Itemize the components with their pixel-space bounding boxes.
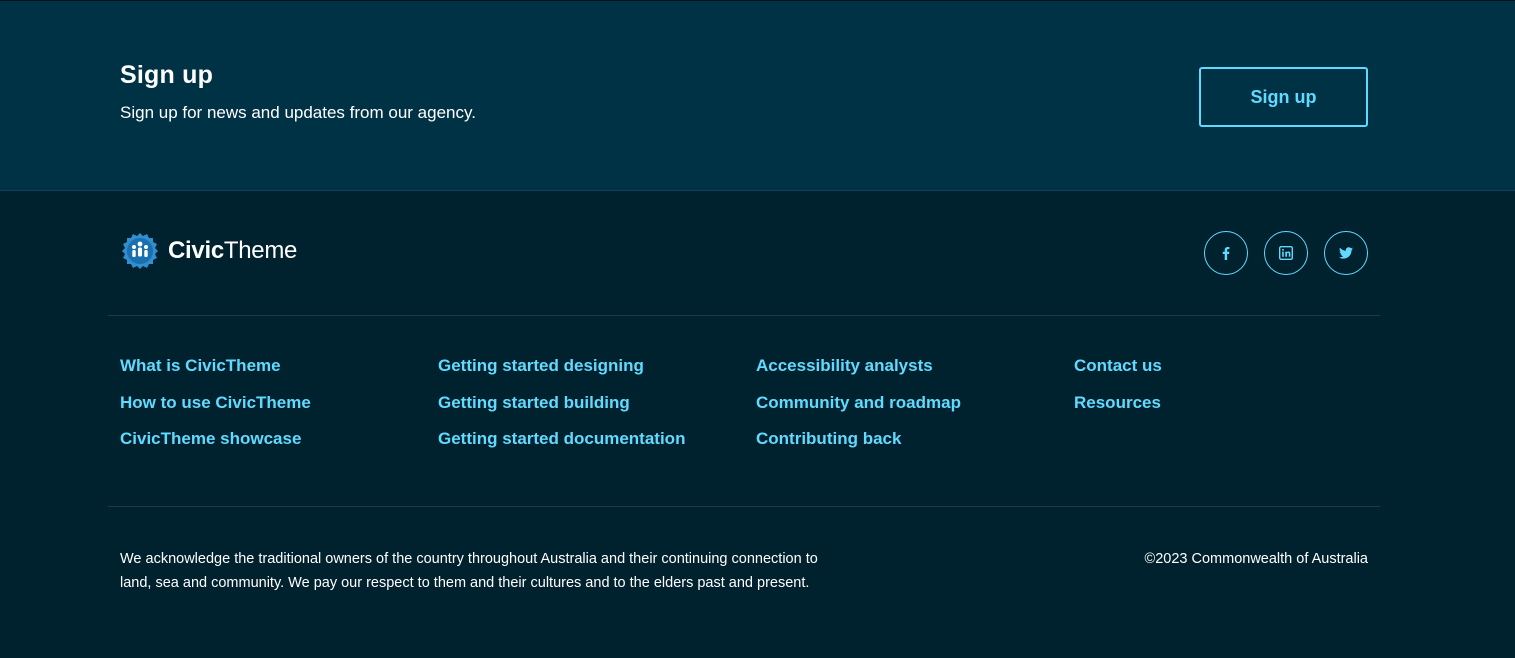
footer-link-getting-started-designing[interactable]: Getting started designing [438,356,644,376]
linkedin-link[interactable] [1264,231,1308,275]
logo-wordmark-regular: Theme [223,237,298,264]
signup-banner: Sign up Sign up for news and updates fro… [0,0,1515,191]
footer-link-getting-started-building[interactable]: Getting started building [438,393,630,413]
footer-link-civictheme-showcase[interactable]: CivicTheme showcase [120,429,301,449]
footer-link-accessibility-analysts[interactable]: Accessibility analysts [756,356,933,376]
footer-divider [108,506,1380,507]
twitter-icon [1339,247,1353,259]
signup-title: Sign up [120,61,214,89]
facebook-icon [1222,246,1230,260]
signup-button[interactable]: Sign up [1199,67,1368,127]
linkedin-icon [1279,246,1293,260]
footer-link-contributing-back[interactable]: Contributing back [756,429,901,449]
logo-wordmark-bold: Civic [168,237,224,264]
copyright-notice: ©2023 Commonwealth of Australia [1144,551,1368,567]
footer-link-contact-us[interactable]: Contact us [1074,356,1162,376]
site-footer: CivicTheme What is CivicTheme How to use… [0,191,1515,658]
civictheme-logo-icon [122,233,158,269]
signup-description: Sign up for news and updates from our ag… [120,103,476,122]
acknowledgement-of-country: We acknowledge the traditional owners of… [120,551,818,591]
twitter-link[interactable] [1324,231,1368,275]
logo-wordmark: CivicTheme [168,237,297,265]
footer-link-getting-started-documentation[interactable]: Getting started documentation [438,429,685,449]
footer-divider [108,315,1380,316]
footer-link-resources[interactable]: Resources [1074,393,1161,413]
footer-link-community-and-roadmap[interactable]: Community and roadmap [756,393,961,413]
footer-link-what-is-civictheme[interactable]: What is CivicTheme [120,356,281,376]
civictheme-logo[interactable]: CivicTheme [120,231,297,271]
facebook-link[interactable] [1204,231,1248,275]
footer-link-how-to-use-civictheme[interactable]: How to use CivicTheme [120,393,311,413]
